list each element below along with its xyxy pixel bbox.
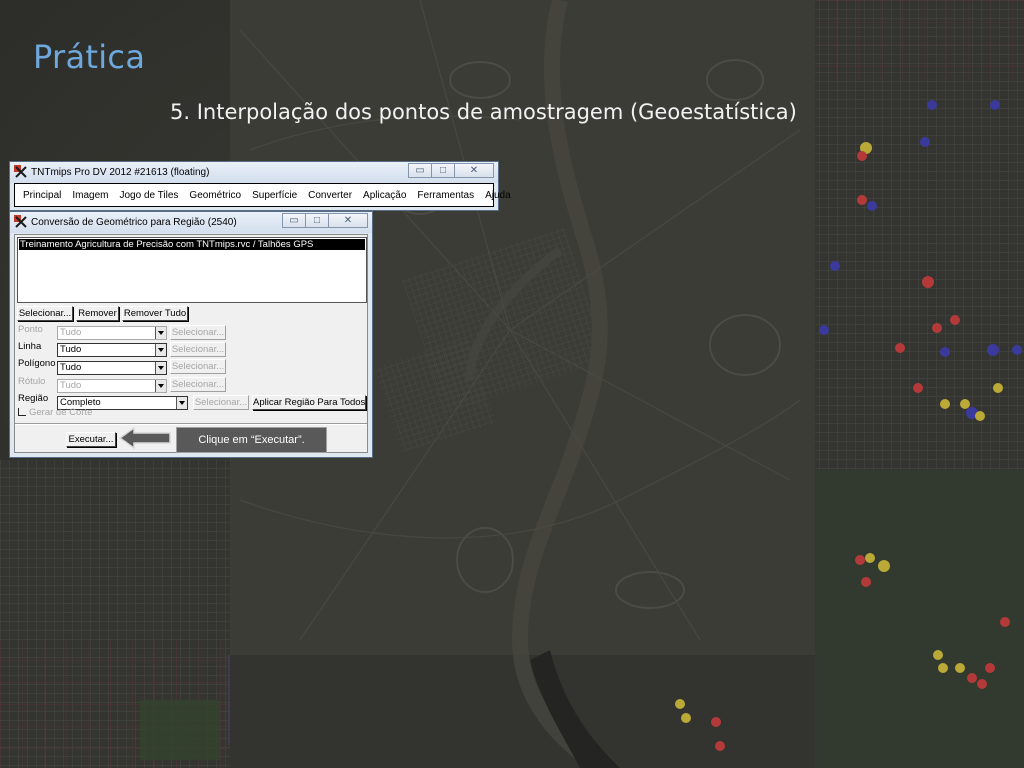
dialog-titlebar[interactable]: Conversão de Geométrico para Região (254… [10, 212, 372, 233]
menu-geometrico[interactable]: Geométrico [189, 190, 241, 201]
point-label: Ponto [18, 324, 43, 335]
remove-all-button[interactable]: Remover Tudo [122, 306, 188, 321]
label-select-button[interactable]: Selecionar... [170, 377, 226, 392]
polygon-combo[interactable]: Tudo [57, 361, 167, 375]
maximize-icon: □ [439, 165, 447, 176]
dialog-title: Conversão de Geométrico para Região (254… [31, 217, 237, 228]
close-icon: ✕ [469, 165, 479, 176]
slide-title: Prática [33, 38, 146, 76]
callout-instruction: Clique em “Executar”. [176, 427, 327, 453]
divider [15, 423, 367, 425]
dropdown-arrow-icon [176, 397, 187, 409]
dropdown-arrow-icon [155, 344, 166, 356]
close-icon: ✕ [343, 215, 353, 226]
conversion-dialog: Conversão de Geométrico para Região (254… [9, 211, 373, 458]
polygon-combo-value: Tudo [60, 362, 82, 373]
line-select-button[interactable]: Selecionar... [170, 342, 226, 357]
input-object-list[interactable]: Treinamento Agricultura de Precisão com … [17, 237, 367, 303]
main-menubar: Principal Imagem Jogo de Tiles Geométric… [14, 183, 511, 207]
menu-ajuda[interactable]: Ajuda [485, 190, 511, 201]
list-item-selected[interactable]: Treinamento Agricultura de Precisão com … [19, 239, 365, 250]
maximize-icon: □ [313, 215, 321, 226]
menu-converter[interactable]: Converter [308, 190, 352, 201]
menu-principal[interactable]: Principal [23, 190, 61, 201]
apply-region-all-button[interactable]: Aplicar Região Para Todos [252, 395, 366, 410]
polygon-select-button[interactable]: Selecionar... [170, 359, 226, 374]
line-combo[interactable]: Tudo [57, 343, 167, 357]
tntmips-app-icon [14, 165, 27, 178]
main-window-titlebar[interactable]: TNTmips Pro DV 2012 #21613 (floating) ▭ … [10, 162, 498, 183]
menu-ferramentas[interactable]: Ferramentas [417, 190, 474, 201]
dialog-close-button[interactable]: ✕ [328, 213, 368, 228]
minimize-icon: ▭ [415, 165, 425, 176]
generate-clip-checkbox[interactable]: Gerar de Corte [18, 407, 92, 418]
dropdown-arrow-icon [155, 327, 166, 339]
dialog-body: Treinamento Agricultura de Precisão com … [14, 234, 368, 453]
menu-imagem[interactable]: Imagem [72, 190, 108, 201]
dropdown-arrow-icon [155, 362, 166, 374]
maximize-button[interactable]: □ [431, 163, 455, 178]
label-label: Rótulo [18, 376, 46, 387]
dropdown-arrow-icon [155, 380, 166, 392]
checkbox-icon [18, 408, 26, 416]
minimize-button[interactable]: ▭ [408, 163, 432, 178]
slide-subtitle: 5. Interpolação dos pontos de amostragem… [170, 100, 797, 124]
left-arrow-icon [118, 426, 171, 450]
tntmips-app-icon [14, 215, 27, 228]
dialog-minimize-button[interactable]: ▭ [282, 213, 306, 228]
point-select-button[interactable]: Selecionar... [170, 325, 226, 340]
minimize-icon: ▭ [289, 215, 299, 226]
tntmips-main-window: TNTmips Pro DV 2012 #21613 (floating) ▭ … [9, 161, 511, 211]
menu-jogo-de-tiles[interactable]: Jogo de Tiles [119, 190, 178, 201]
remove-button[interactable]: Remover [76, 306, 119, 321]
label-combo-value: Tudo [60, 380, 82, 391]
select-button[interactable]: Selecionar... [17, 306, 73, 321]
menu-aplicacao[interactable]: Aplicação [363, 190, 406, 201]
polygon-label: Polígono [18, 358, 56, 369]
point-combo[interactable]: Tudo [57, 326, 167, 340]
dialog-maximize-button[interactable]: □ [305, 213, 329, 228]
line-combo-value: Tudo [60, 344, 82, 355]
region-label: Região [18, 393, 49, 404]
line-label: Linha [18, 341, 42, 352]
label-combo[interactable]: Tudo [57, 379, 167, 393]
main-window-title: TNTmips Pro DV 2012 #21613 (floating) [31, 167, 210, 178]
close-button[interactable]: ✕ [454, 163, 494, 178]
region-select-button[interactable]: Selecionar... [193, 395, 249, 410]
execute-button[interactable]: Executar... [66, 432, 116, 447]
point-combo-value: Tudo [60, 327, 82, 338]
menu-superficie[interactable]: Superfície [252, 190, 297, 201]
generate-clip-label: Gerar de Corte [29, 407, 93, 418]
